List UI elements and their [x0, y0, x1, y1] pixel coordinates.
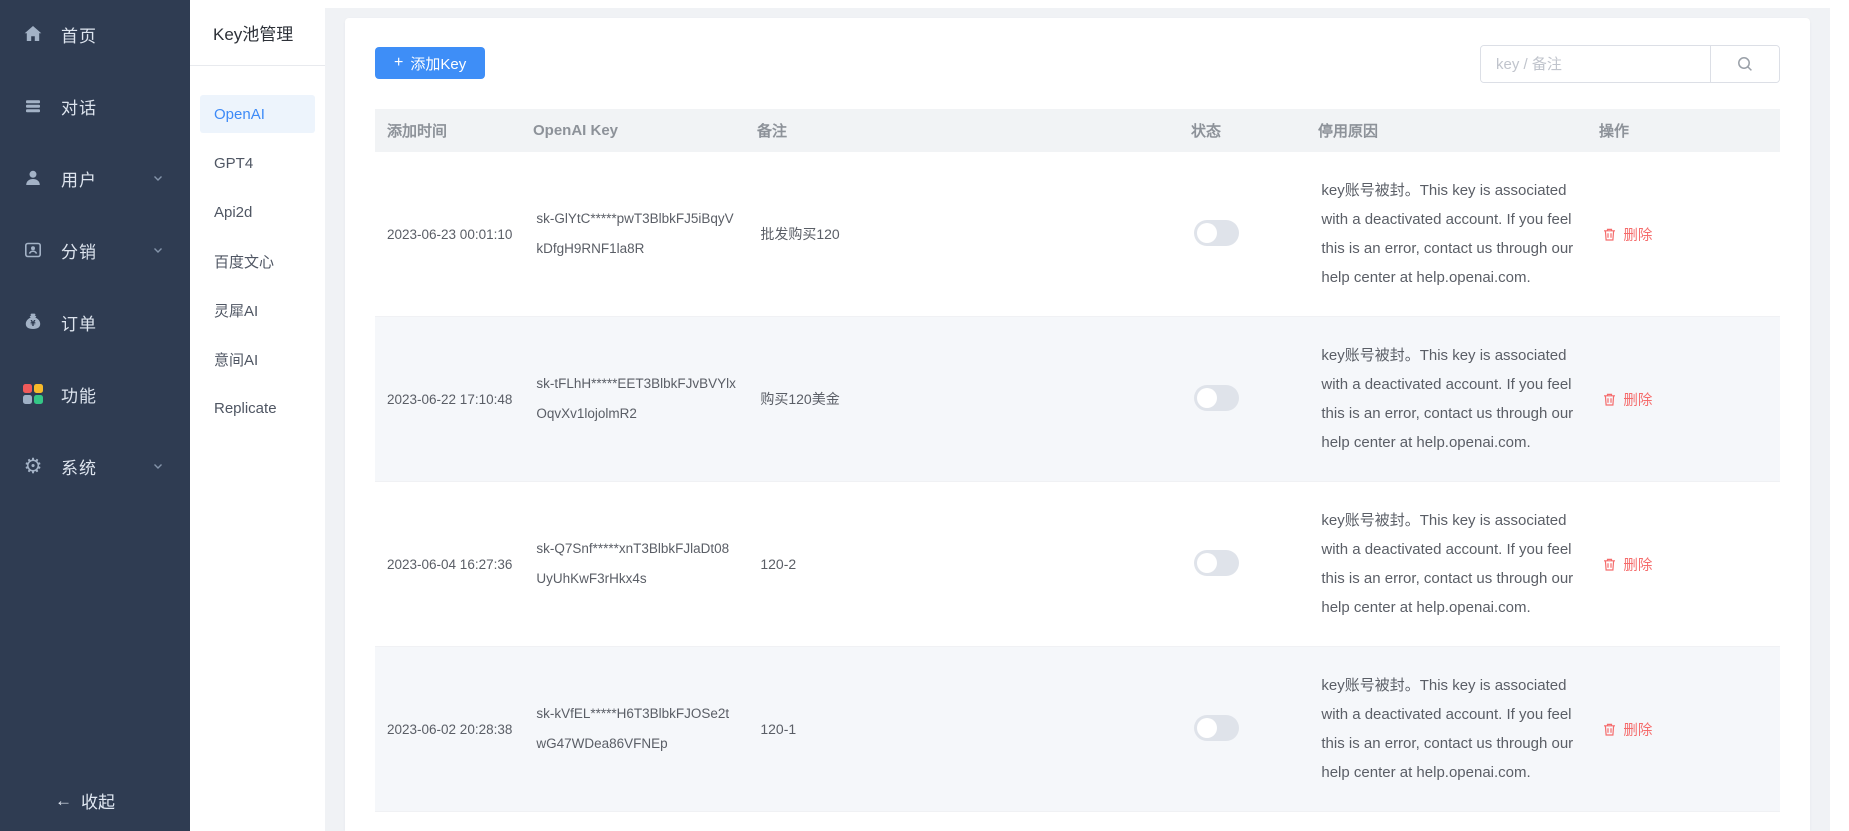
toolbar: + 添加Key [375, 45, 1780, 83]
disable-reason-value: key账号被封。This key is associated with a de… [1321, 512, 1574, 616]
openai-key-value: sk-Q7Snf*****xnT3BlbkFJlaDt08UyUhKwF3rHk… [536, 541, 730, 586]
sidebar-item-home[interactable]: 首页 [0, 14, 190, 54]
column-header-status: 状态 [1191, 123, 1222, 140]
delete-label: 删除 [1623, 722, 1653, 739]
key-table: 添加时间 OpenAI Key 备注 状态 停用原因 操作 2023-06-23… [375, 109, 1780, 812]
delete-key-button[interactable]: 删除 [1602, 719, 1652, 740]
submenu-item-api2d[interactable]: Api2d [200, 193, 315, 231]
user-icon [22, 167, 44, 189]
submenu-item-yijian-ai[interactable]: 意间AI [200, 340, 315, 378]
sidebar-item-label: 分销 [61, 242, 97, 262]
order-icon: ¥ [22, 311, 44, 333]
search-icon [1736, 55, 1754, 73]
column-header-added-time: 添加时间 [387, 123, 448, 140]
table-row: 2023-06-22 17:10:48 sk-tFLhH*****EET3Blb… [375, 317, 1780, 482]
sidebar-item-label: 用户 [61, 170, 97, 190]
status-toggle[interactable] [1194, 714, 1240, 741]
app-window: 首页 对话 用户 分销 ¥ 订单 功能 ⚙ 系统 ← 收起 Key池管理 Ope… [0, 0, 1849, 831]
column-header-openai-key: OpenAI Key [533, 122, 619, 139]
key-table-card: + 添加Key key / 备注 添加时间 OpenAI Key 备注 状态 停… [345, 18, 1810, 831]
submenu-item-gpt4[interactable]: GPT4 [200, 144, 315, 182]
delete-label: 删除 [1623, 557, 1653, 574]
add-key-button[interactable]: + 添加Key [375, 47, 486, 79]
added-time-value: 2023-06-23 00:01:10 [387, 226, 513, 242]
openai-key-value: sk-kVfEL*****H6T3BlbkFJOSe2twG47WDea86VF… [536, 706, 730, 751]
search-input[interactable] [1481, 46, 1710, 82]
openai-key-value: sk-tFLhH*****EET3BlbkFJvBVYlxOqvXv1lojol… [536, 376, 736, 421]
submenu-item-lingxi-ai[interactable]: 灵犀AI [200, 291, 315, 329]
disable-reason-value: key账号被封。This key is associated with a de… [1321, 182, 1574, 286]
sidebar-item-orders[interactable]: ¥ 订单 [0, 302, 190, 342]
home-icon [22, 23, 44, 45]
primary-menu: 首页 对话 用户 分销 ¥ 订单 功能 ⚙ 系统 [0, 0, 190, 518]
sidebar-item-label: 首页 [61, 26, 97, 46]
delete-label: 删除 [1623, 227, 1653, 244]
sidebar-item-label: 功能 [61, 386, 97, 406]
search-box [1480, 45, 1780, 83]
distribution-icon [22, 239, 44, 261]
submenu-item-baidu-wenxin[interactable]: 百度文心 [200, 242, 315, 280]
table-row: 2023-06-02 20:28:38 sk-kVfEL*****H6T3Blb… [375, 647, 1780, 812]
plus-icon: + [394, 54, 404, 71]
page-title: Key池管理 [190, 0, 325, 66]
status-toggle[interactable] [1194, 549, 1240, 576]
sidebar-item-users[interactable]: 用户 [0, 158, 190, 198]
trash-icon [1602, 392, 1617, 407]
submenu-item-replicate[interactable]: Replicate [200, 389, 315, 427]
added-time-value: 2023-06-22 17:10:48 [387, 391, 513, 407]
sidebar-item-chat[interactable]: 对话 [0, 86, 190, 126]
delete-key-button[interactable]: 删除 [1602, 224, 1652, 245]
delete-label: 删除 [1623, 392, 1653, 409]
content-background: + 添加Key key / 备注 添加时间 OpenAI Key 备注 状态 停… [325, 8, 1830, 831]
trash-icon [1602, 227, 1617, 242]
chevron-down-icon [152, 244, 164, 256]
delete-key-button[interactable]: 删除 [1602, 389, 1652, 410]
disable-reason-value: key账号被封。This key is associated with a de… [1321, 677, 1574, 781]
features-icon [22, 383, 44, 405]
chat-icon [22, 95, 44, 117]
collapse-sidebar-button[interactable]: ← 收起 [0, 788, 190, 813]
table-row: 2023-06-23 00:01:10 sk-GlYtC*****pwT3Blb… [375, 152, 1780, 317]
remark-value: 购买120美金 [760, 391, 840, 407]
trash-icon [1602, 557, 1617, 572]
chevron-down-icon [152, 172, 164, 184]
submenu-item-openai[interactable]: OpenAI [200, 95, 315, 133]
chevron-down-icon [152, 460, 164, 472]
status-toggle[interactable] [1194, 384, 1240, 411]
svg-text:¥: ¥ [30, 319, 36, 328]
table-header-row: 添加时间 OpenAI Key 备注 状态 停用原因 操作 [375, 109, 1780, 152]
added-time-value: 2023-06-04 16:27:36 [387, 556, 513, 572]
sidebar-item-label: 订单 [61, 314, 97, 334]
remark-value: 批发购买120 [760, 226, 840, 242]
remark-value: 120-1 [760, 721, 797, 737]
delete-key-button[interactable]: 删除 [1602, 554, 1652, 575]
openai-key-value: sk-GlYtC*****pwT3BlbkFJ5iBqyVkDfgH9RNF1l… [536, 211, 734, 256]
add-key-label: 添加Key [410, 55, 467, 73]
left-arrow-icon: ← [55, 790, 72, 810]
key-pool-sidebar: Key池管理 OpenAI GPT4 Api2d 百度文心 灵犀AI 意间AI … [190, 0, 325, 831]
search-button[interactable] [1710, 46, 1779, 82]
trash-icon [1602, 722, 1617, 737]
disable-reason-value: key账号被封。This key is associated with a de… [1321, 347, 1574, 451]
column-header-disable-reason: 停用原因 [1318, 123, 1379, 140]
remark-value: 120-2 [760, 556, 797, 572]
collapse-label: 收起 [81, 793, 115, 812]
key-pool-menu: OpenAI GPT4 Api2d 百度文心 灵犀AI 意间AI Replica… [200, 95, 315, 427]
column-header-remark: 备注 [757, 123, 788, 140]
sidebar-item-distribution[interactable]: 分销 [0, 230, 190, 270]
main-content: + 添加Key key / 备注 添加时间 OpenAI Key 备注 状态 停… [325, 0, 1849, 831]
sidebar-item-system[interactable]: ⚙ 系统 [0, 446, 190, 486]
status-toggle[interactable] [1194, 219, 1240, 246]
sidebar-item-label: 系统 [61, 458, 97, 478]
column-header-actions: 操作 [1599, 123, 1630, 140]
added-time-value: 2023-06-02 20:28:38 [387, 721, 513, 737]
system-icon: ⚙ [23, 454, 43, 478]
primary-sidebar: 首页 对话 用户 分销 ¥ 订单 功能 ⚙ 系统 ← 收起 [0, 0, 190, 831]
sidebar-item-features[interactable]: 功能 [0, 374, 190, 414]
table-row: 2023-06-04 16:27:36 sk-Q7Snf*****xnT3Blb… [375, 482, 1780, 647]
sidebar-item-label: 对话 [61, 98, 97, 118]
